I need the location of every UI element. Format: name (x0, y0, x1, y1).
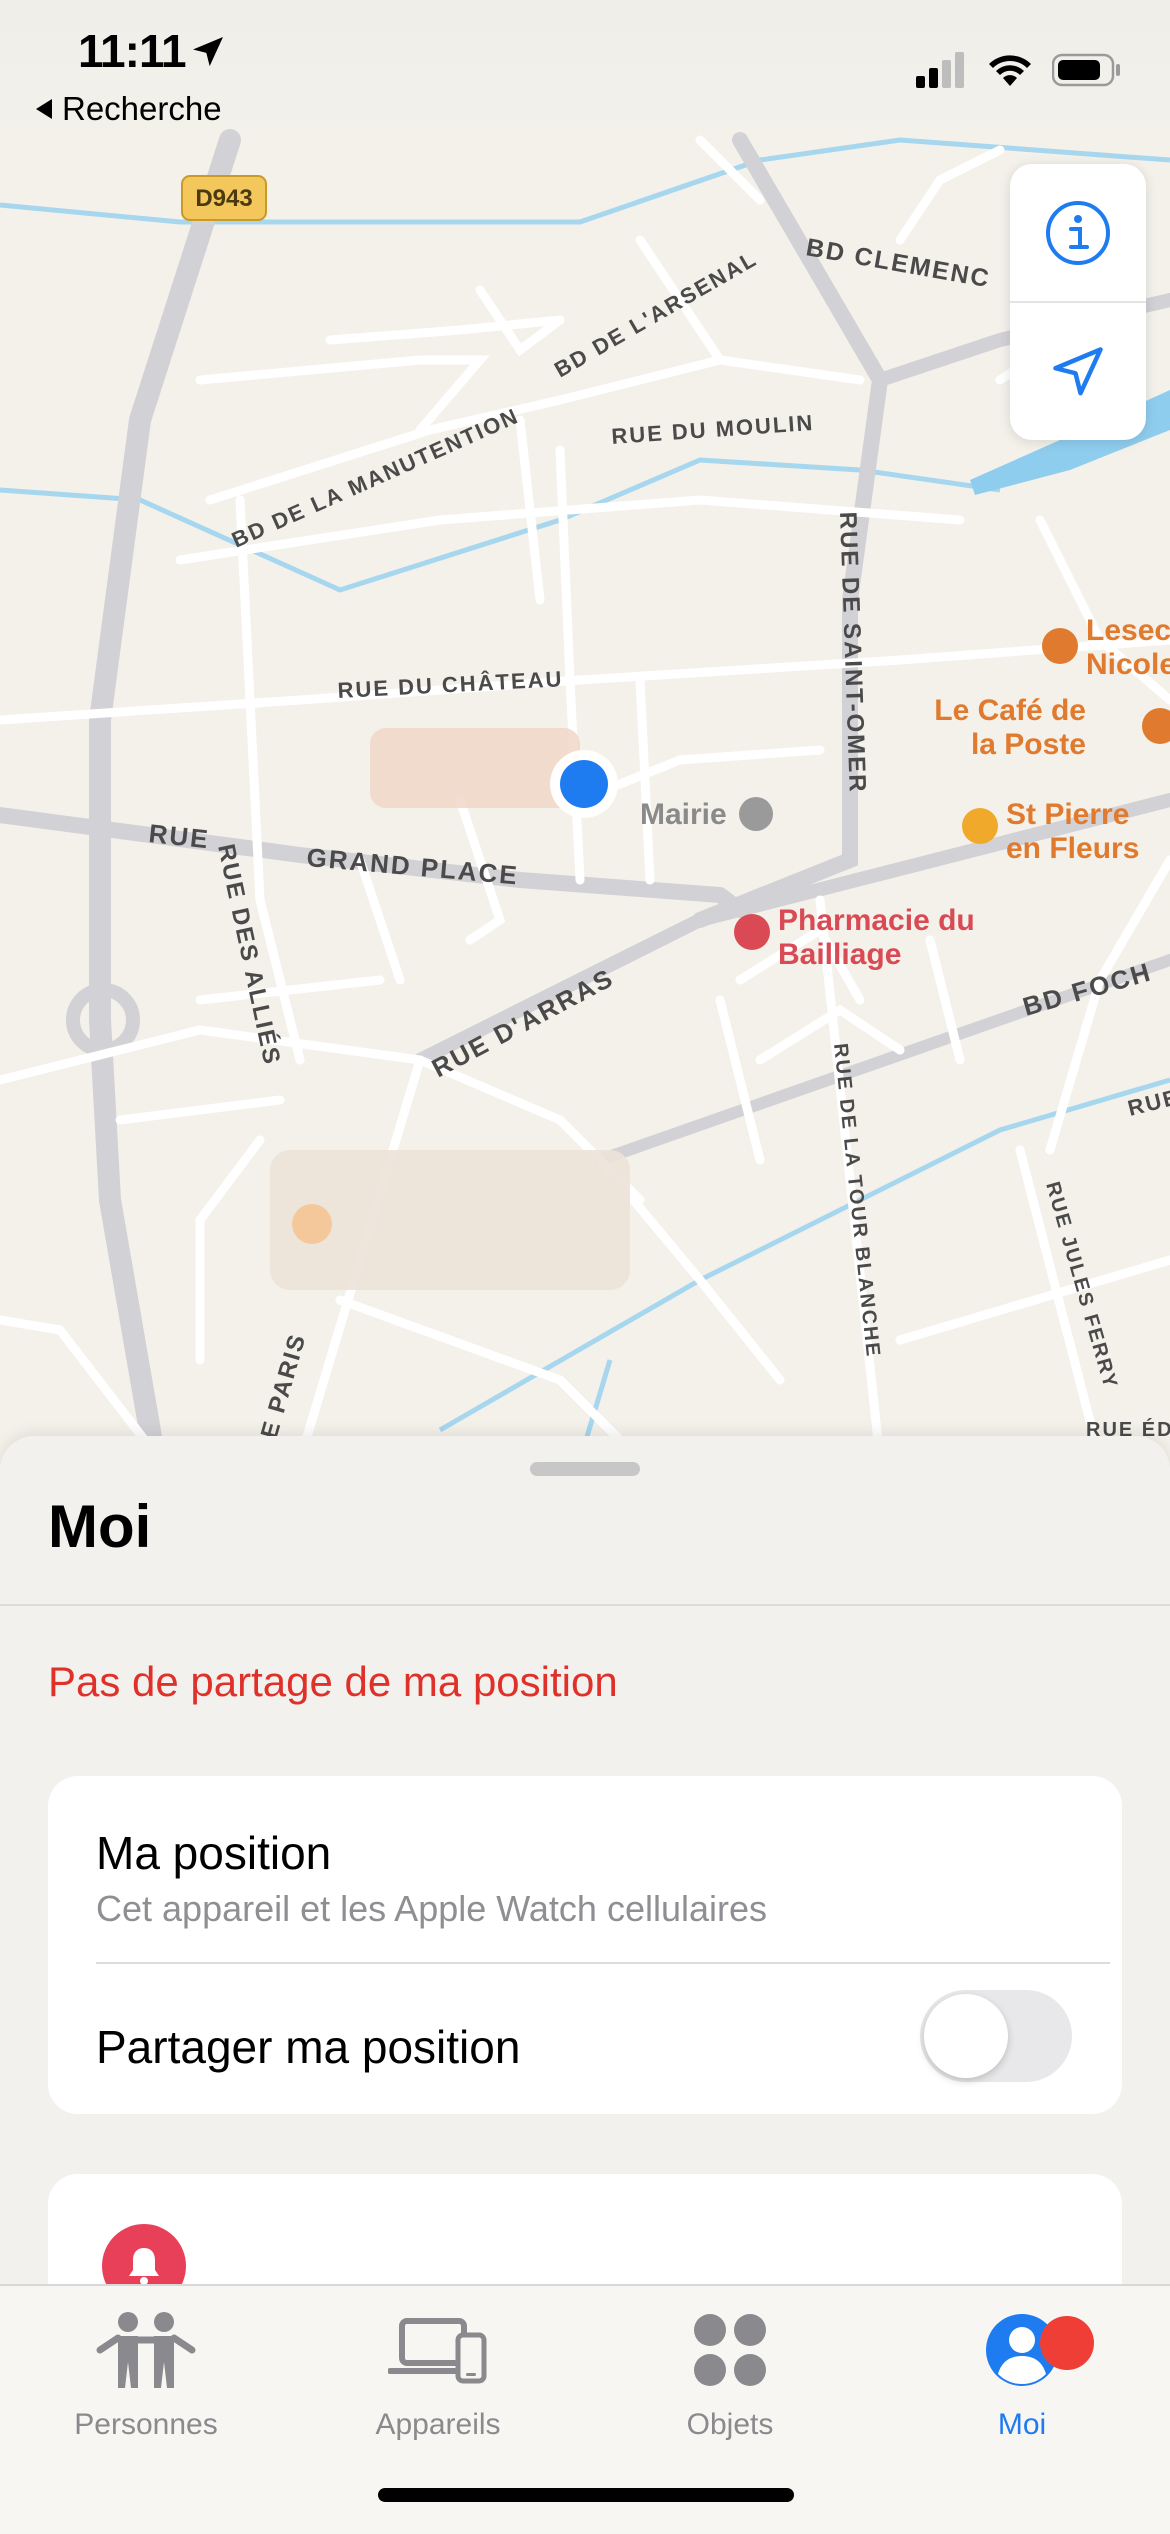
map-view[interactable]: D943 BD CLEMENC BD DE L'ARSENAL BD DE LA… (0, 0, 1170, 1460)
status-time: 11:11 (78, 25, 187, 77)
poi-mairie[interactable]: Mairie (640, 797, 773, 831)
user-location-dot[interactable] (550, 750, 618, 818)
tab-label: Moi (997, 2408, 1047, 2441)
cup-icon (1042, 628, 1078, 664)
divider (0, 1604, 1170, 1606)
card-title: Ma position (96, 1827, 332, 1879)
poi-label: Le Café de (934, 694, 1086, 727)
card-subtitle: Cet appareil et les Apple Watch cellulai… (96, 1888, 768, 1929)
status-bar: 11:11 Recherche (0, 0, 1170, 140)
info-icon (1046, 200, 1110, 265)
people-icon (96, 2312, 196, 2388)
share-location-label: Partager ma position (96, 2021, 521, 2073)
location-arrow-icon (193, 37, 223, 67)
poi-label: Mairie (640, 798, 727, 831)
my-location-card: Ma position Cet appareil et les Apple Wa… (48, 1776, 1122, 2114)
poi-label: Lesec (1086, 614, 1170, 647)
town-hall-icon (739, 797, 773, 831)
back-to-search[interactable]: Recherche (36, 90, 222, 128)
items-icon (694, 2314, 766, 2386)
street-label: RUE (147, 818, 211, 854)
tab-appareils[interactable]: Appareils (292, 2302, 584, 2442)
bag-icon (962, 808, 998, 844)
poi-label: Nicole (1086, 648, 1170, 681)
poi-label: Bailliage (778, 938, 901, 971)
signal-icon (916, 52, 964, 88)
pill-icon (734, 914, 770, 950)
devices-icon (388, 2318, 487, 2384)
sheet-title: Moi (48, 1493, 152, 1560)
battery-icon (1052, 53, 1120, 87)
status-icons (916, 52, 1122, 88)
tab-label: Personnes (74, 2408, 218, 2441)
road-shield: D943 (181, 175, 267, 221)
notification-badge (1040, 2316, 1094, 2370)
location-sharing-warning: Pas de partage de ma position (48, 1658, 618, 1705)
home-indicator (378, 2488, 794, 2502)
poi-label: la Poste (971, 728, 1086, 761)
tab-label: Appareils (375, 2408, 501, 2441)
poi-label: en Fleurs (1006, 832, 1139, 865)
back-label: Recherche (62, 90, 222, 127)
tab-objets[interactable]: Objets (584, 2302, 876, 2442)
tab-label: Objets (686, 2408, 774, 2441)
poi-label: St Pierre (1006, 798, 1129, 831)
back-triangle-icon (36, 99, 52, 119)
divider (96, 1962, 1110, 1964)
map-info-button[interactable] (1010, 164, 1146, 303)
toggle-knob (924, 1994, 1008, 2078)
map-controls (1010, 164, 1146, 440)
location-arrow-icon (1053, 346, 1103, 395)
poi-label: Pharmacie du (778, 904, 975, 937)
road-shield-label: D943 (195, 185, 252, 212)
share-location-toggle[interactable] (920, 1990, 1072, 2082)
sheet-grabber[interactable] (530, 1462, 640, 1476)
wifi-icon (989, 55, 1031, 86)
map-locate-button[interactable] (1010, 303, 1146, 440)
tab-moi[interactable]: Moi (876, 2302, 1168, 2442)
tab-personnes[interactable]: Personnes (0, 2302, 292, 2442)
